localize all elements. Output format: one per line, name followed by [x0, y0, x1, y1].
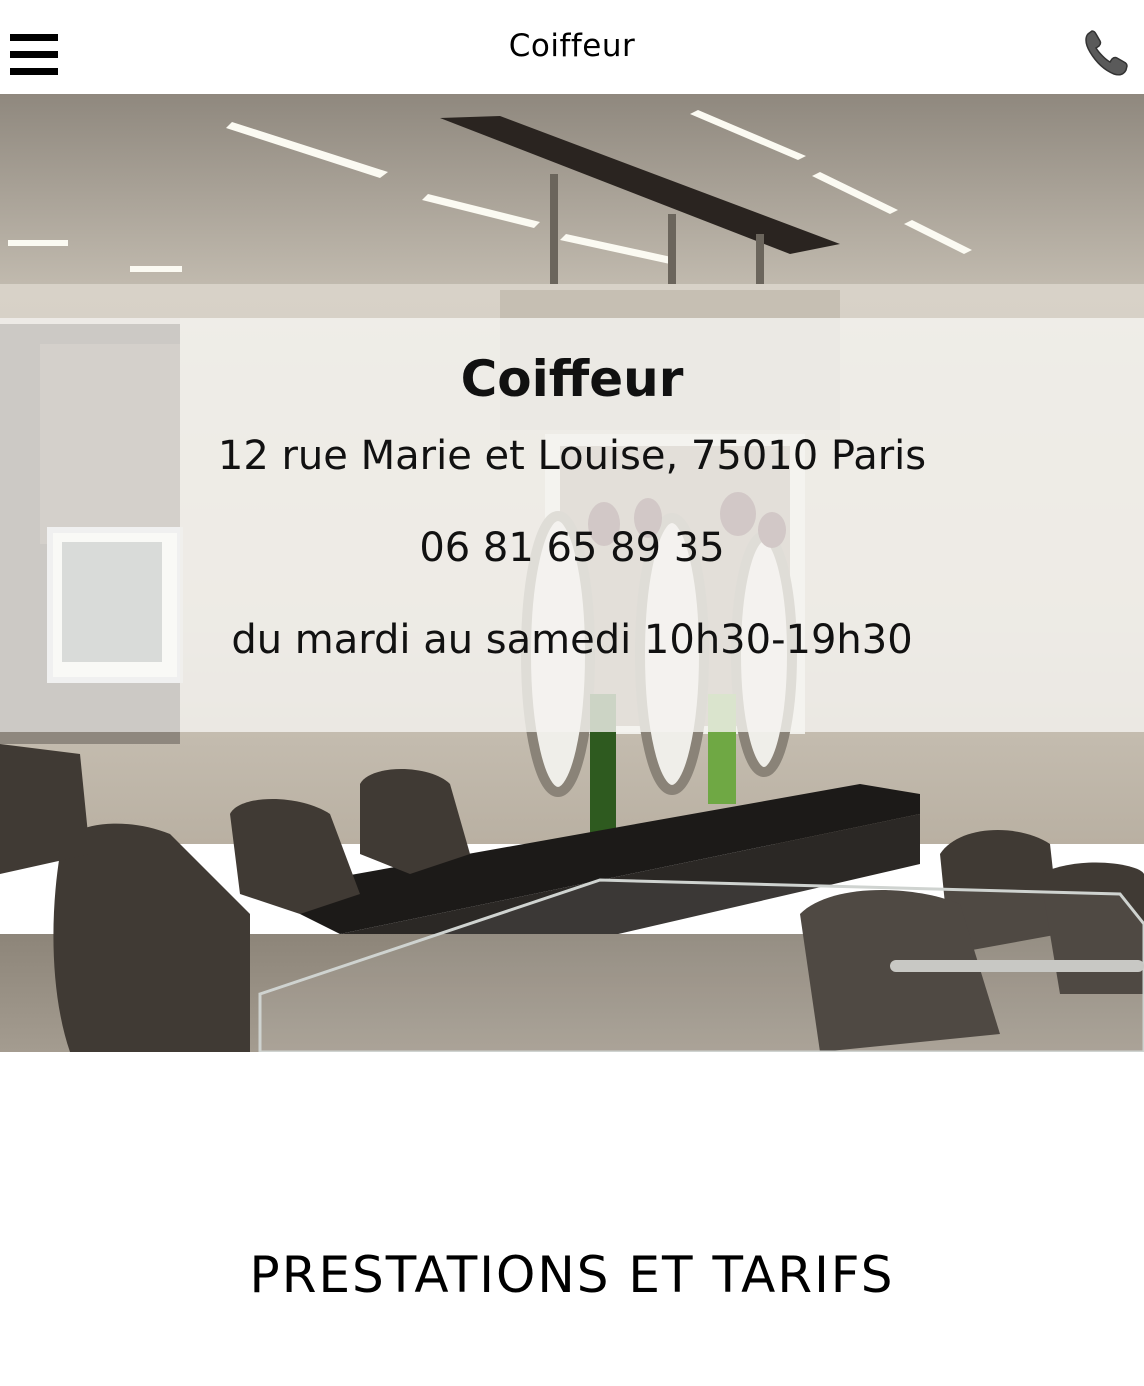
page-title: Coiffeur — [508, 28, 636, 64]
section-heading: PRESTATIONS ET TARIFS — [249, 1246, 895, 1304]
hero-banner: Coiffeur 12 rue Marie et Louise, 75010 P… — [0, 94, 1144, 1052]
top-bar: Coiffeur — [0, 0, 1144, 94]
business-phone[interactable]: 06 81 65 89 35 — [0, 524, 1144, 572]
business-hours: du mardi au samedi 10h30-19h30 — [231, 617, 913, 663]
business-info: Coiffeur 12 rue Marie et Louise, 75010 P… — [0, 318, 1144, 664]
business-address: 12 rue Marie et Louise, 75010 Paris — [217, 433, 927, 479]
phone-icon[interactable] — [1082, 28, 1130, 76]
business-name: Coiffeur — [460, 350, 684, 408]
